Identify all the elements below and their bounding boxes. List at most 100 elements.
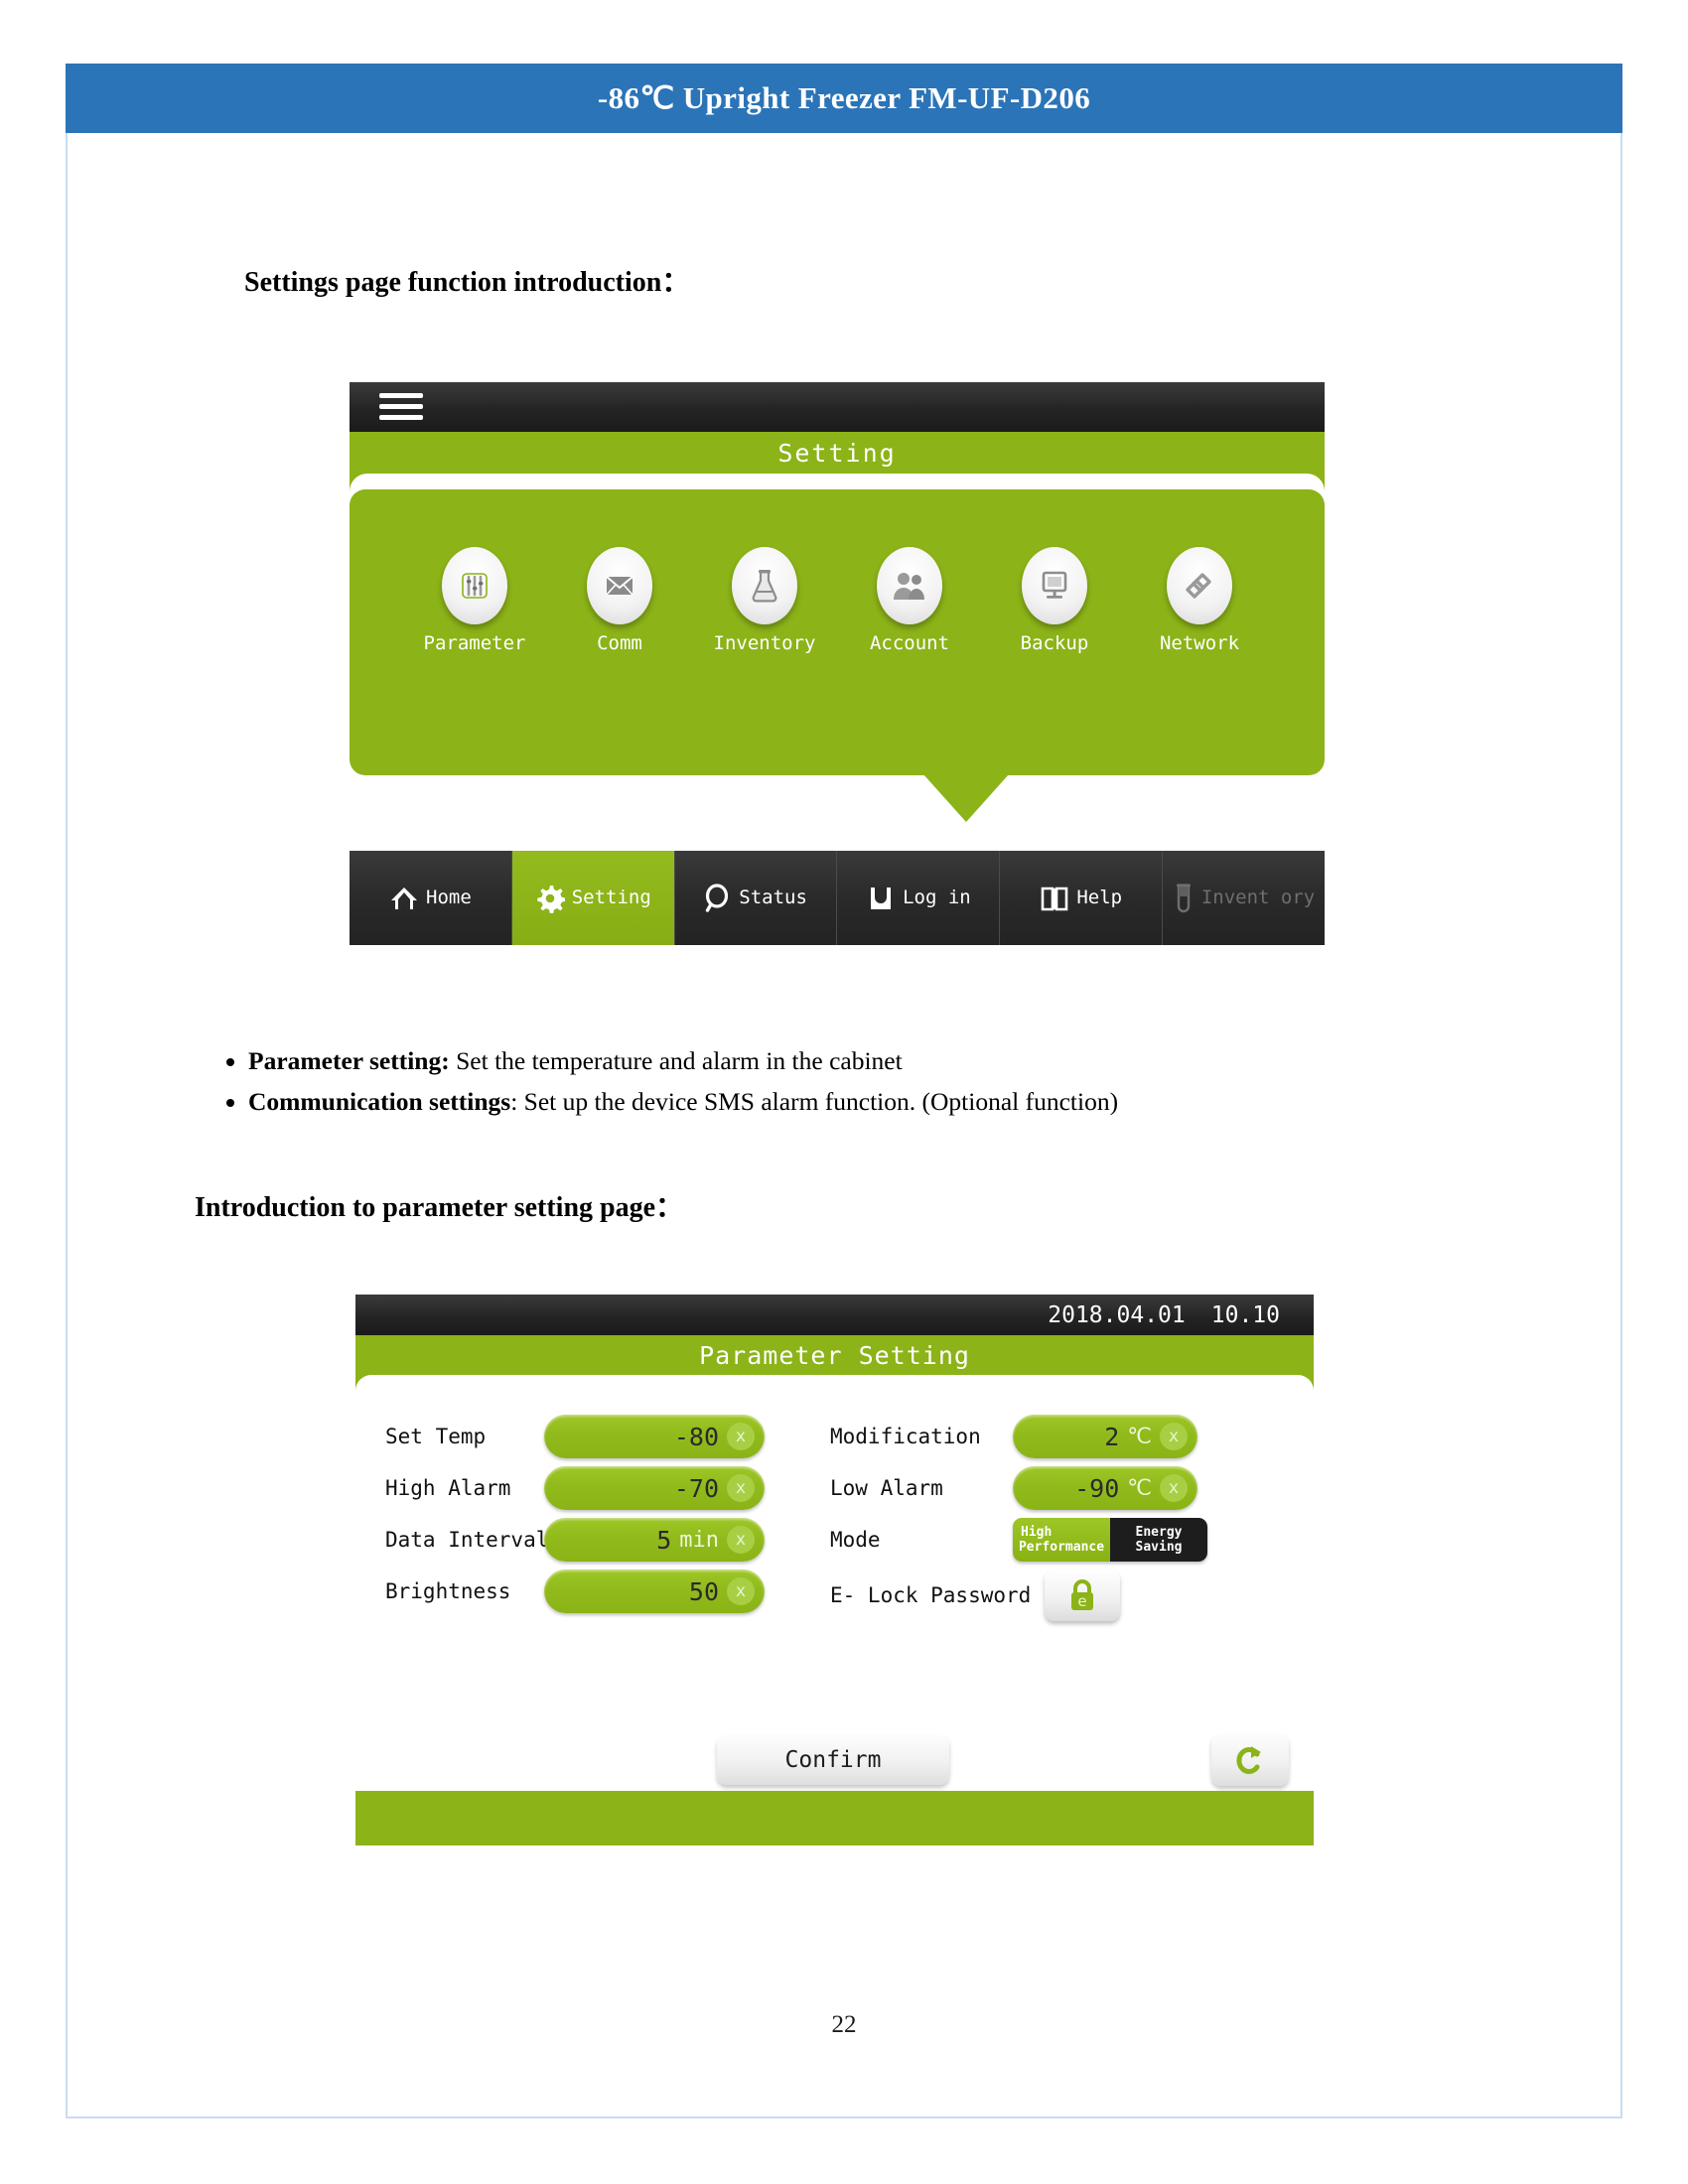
setting-screen-topbar: [350, 382, 1325, 432]
nav-item-home[interactable]: Home: [350, 851, 511, 945]
feature-bullet-list: Parameter setting: Set the temperature a…: [199, 1040, 1509, 1122]
low-alarm-input[interactable]: -90 ℃ x: [1013, 1466, 1197, 1510]
panel-pointer-triangle: [923, 774, 1009, 822]
brightness-input[interactable]: 50 x: [544, 1570, 765, 1613]
field-value: 2: [1104, 1422, 1120, 1451]
setting-tile-backup[interactable]: Backup: [1000, 547, 1109, 654]
clear-icon[interactable]: x: [727, 1474, 755, 1502]
field-value: -80: [673, 1422, 719, 1451]
data-interval-input[interactable]: 5 min x: [544, 1518, 765, 1562]
clear-icon[interactable]: x: [727, 1526, 755, 1554]
status-time: 10.10: [1210, 1301, 1280, 1328]
setting-tile-label: Parameter: [423, 632, 526, 654]
field-row-data-interval: Data Interval 5 min x: [385, 1518, 765, 1562]
page-number: 22: [831, 2011, 857, 2038]
mode-option-high-performance[interactable]: High Performance: [1013, 1518, 1110, 1562]
elock-password-button[interactable]: e: [1045, 1570, 1120, 1621]
clear-icon[interactable]: x: [727, 1577, 755, 1605]
field-value: 5: [656, 1525, 672, 1555]
nav-item-status[interactable]: Status: [673, 851, 837, 945]
mode-option-line1: Energy: [1135, 1525, 1183, 1540]
confirm-button[interactable]: Confirm: [717, 1735, 949, 1785]
mode-option-energy-saving[interactable]: Energy Saving: [1110, 1518, 1207, 1562]
parameter-screen-titlebar: Parameter Setting: [355, 1335, 1314, 1375]
setting-tiles-row: Parameter Comm Inventory Account Backup …: [350, 547, 1325, 654]
home-icon: [391, 887, 418, 909]
bullet-desc: Set the temperature and alarm in the cab…: [449, 1046, 903, 1075]
parameter-screen-title: Parameter Setting: [699, 1340, 970, 1370]
field-label: Mode: [830, 1528, 881, 1552]
field-row-elock: E- Lock Password e: [830, 1570, 1120, 1621]
padlock-e-icon: e: [1071, 1579, 1093, 1610]
mode-option-line2: Performance: [1018, 1540, 1105, 1555]
people-icon: [877, 547, 942, 624]
envelope-icon: [587, 547, 652, 624]
link-icon: [1167, 547, 1232, 624]
clear-icon[interactable]: x: [1160, 1423, 1188, 1450]
field-value: 50: [688, 1576, 719, 1606]
field-row-low-alarm: Low Alarm -90 ℃ x: [830, 1466, 1197, 1510]
list-item: Communication settings: Set up the devic…: [248, 1081, 1509, 1122]
modification-input[interactable]: 2 ℃ x: [1013, 1415, 1197, 1458]
status-date: 2018.04.01: [1048, 1301, 1186, 1328]
document-banner: -86℃ Upright Freezer FM-UF-D206: [66, 64, 1622, 133]
nav-item-label: Status: [739, 887, 807, 909]
list-item: Parameter setting: Set the temperature a…: [248, 1040, 1509, 1081]
bullet-term: Communication settings: [248, 1087, 511, 1116]
parameter-screen-footer: [355, 1791, 1314, 1845]
field-label: E- Lock Password: [830, 1583, 1032, 1607]
setting-tiles-panel: Parameter Comm Inventory Account Backup …: [350, 489, 1325, 775]
field-label: Brightness: [385, 1579, 511, 1603]
mode-toggle[interactable]: High Performance Energy Saving: [1013, 1518, 1207, 1562]
field-value: -90: [1074, 1473, 1120, 1503]
setting-screen-title: Setting: [777, 438, 897, 468]
nav-item-label: Log in: [903, 887, 971, 909]
nav-item-login[interactable]: Log in: [836, 851, 1000, 945]
setting-tile-label: Inventory: [713, 632, 816, 654]
nav-item-help[interactable]: Help: [999, 851, 1163, 945]
nav-item-label: Help: [1076, 887, 1123, 909]
setting-screen-titlebar: Setting: [350, 432, 1325, 474]
parameter-screen-topbar: 2018.04.01 10.10: [355, 1295, 1314, 1335]
svg-text:e: e: [1077, 1592, 1086, 1610]
setting-tile-network[interactable]: Network: [1145, 547, 1254, 654]
setting-tile-inventory[interactable]: Inventory: [710, 547, 819, 654]
field-row-high-alarm: High Alarm -70 x: [385, 1466, 765, 1510]
flask-icon: [732, 547, 797, 624]
setting-tile-label: Network: [1159, 632, 1240, 654]
set-temp-input[interactable]: -80 x: [544, 1415, 765, 1458]
setting-tile-comm[interactable]: Comm: [565, 547, 674, 654]
setting-tile-account[interactable]: Account: [855, 547, 964, 654]
parameter-screen-mockup: 2018.04.01 10.10 Parameter Setting Set T…: [355, 1295, 1314, 1845]
field-row-mode: Mode High Performance Energy Saving: [830, 1518, 1207, 1562]
heading-parameter-intro: Introduction to parameter setting page：: [195, 1192, 684, 1223]
test-tube-icon: [1176, 883, 1191, 912]
gear-icon: [537, 885, 565, 913]
field-unit: ℃: [1127, 1424, 1152, 1449]
field-label: High Alarm: [385, 1476, 511, 1500]
nav-item-label: Setting: [571, 887, 651, 909]
mode-option-line1: High: [1021, 1525, 1053, 1540]
field-label: Modification: [830, 1425, 981, 1448]
bullet-term: Parameter setting:: [248, 1046, 450, 1075]
return-button[interactable]: [1211, 1734, 1289, 1786]
hamburger-icon[interactable]: [379, 393, 423, 423]
nav-item-setting[interactable]: Setting: [510, 851, 674, 945]
field-row-modification: Modification 2 ℃ x: [830, 1415, 1197, 1458]
clear-icon[interactable]: x: [1160, 1474, 1188, 1502]
field-label: Set Temp: [385, 1425, 487, 1448]
nav-item-label: Home: [426, 887, 472, 909]
book-icon: [1042, 887, 1068, 910]
heading-settings-intro: Settings page function introduction：: [244, 267, 690, 298]
clear-icon[interactable]: x: [727, 1423, 755, 1450]
inbox-icon: [871, 887, 892, 909]
sliders-icon: [442, 547, 507, 624]
bottom-nav-bar: Home Setting Status Log in Help Invent o…: [350, 851, 1325, 945]
high-alarm-input[interactable]: -70 x: [544, 1466, 765, 1510]
setting-tile-label: Account: [869, 632, 950, 654]
field-row-brightness: Brightness 50 x: [385, 1570, 765, 1613]
monitor-icon: [1022, 547, 1087, 624]
setting-tile-parameter[interactable]: Parameter: [420, 547, 529, 654]
field-label: Low Alarm: [830, 1476, 943, 1500]
field-label: Data Interval: [385, 1528, 549, 1552]
